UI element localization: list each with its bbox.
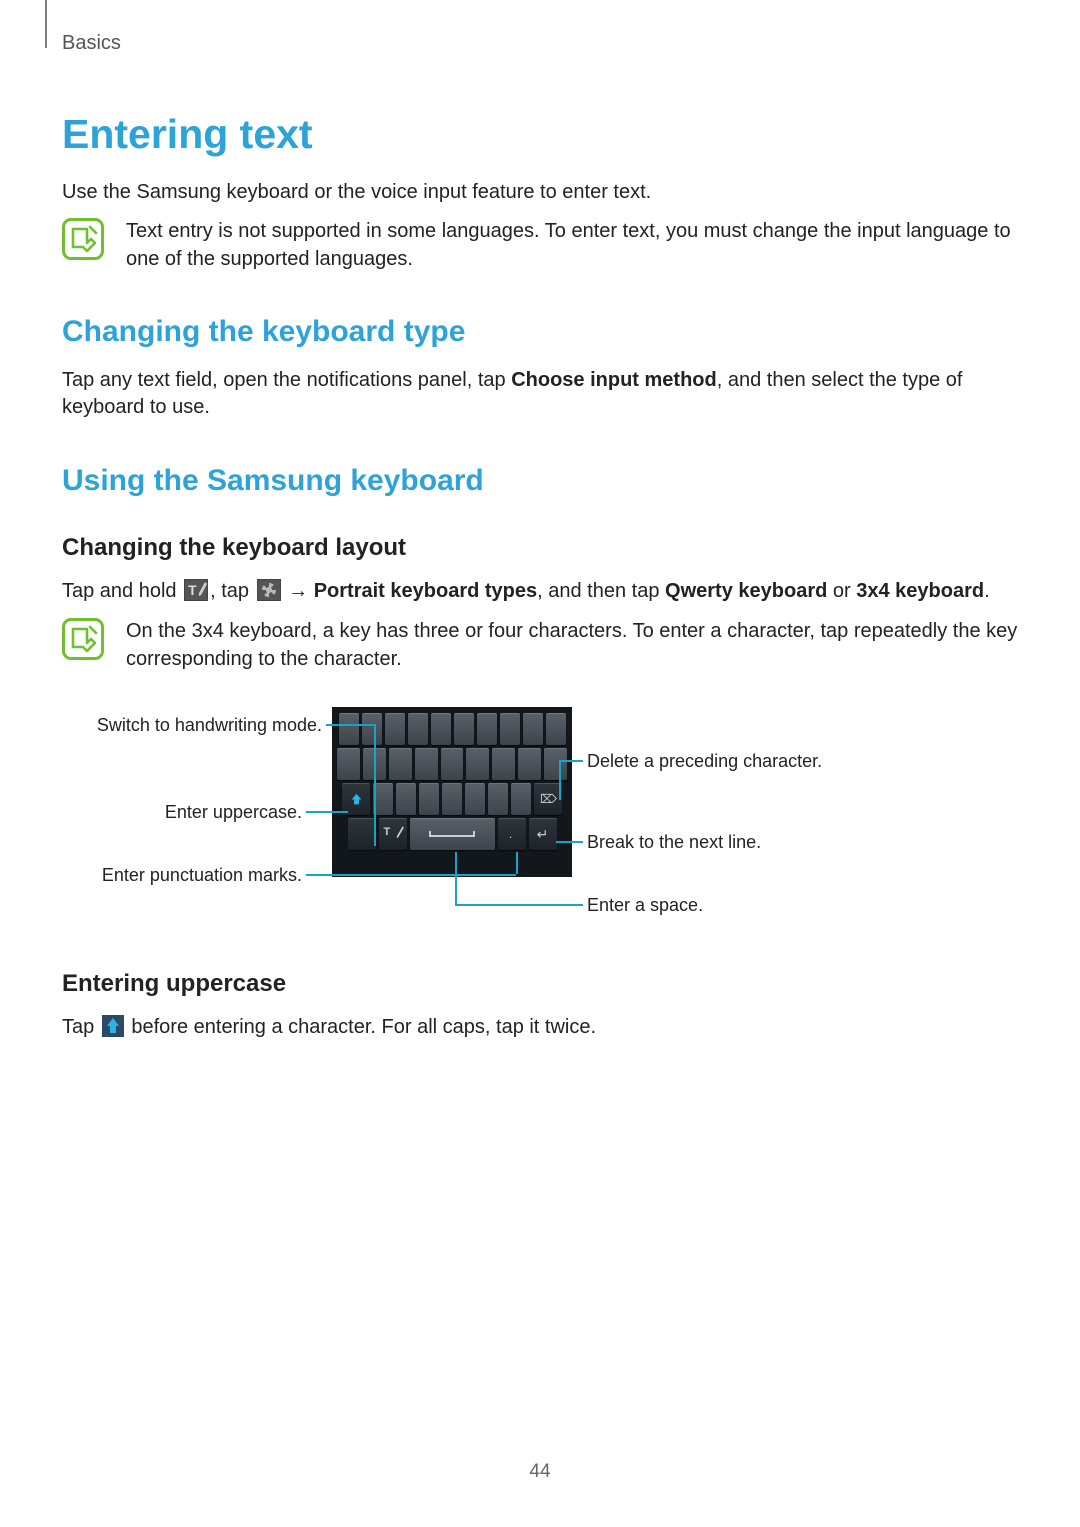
heading-entering-uppercase: Entering uppercase [62, 967, 1020, 1000]
callout-line [455, 852, 457, 904]
text: Tap any text field, open the notificatio… [62, 369, 511, 391]
callout-punctuation: Enter punctuation marks. [62, 863, 302, 888]
text: Tap [62, 1016, 100, 1038]
text: or [827, 580, 856, 602]
key [454, 713, 474, 745]
para-change-type: Tap any text field, open the notificatio… [62, 367, 1020, 422]
para-change-layout: Tap and hold , tap → Portrait keyboard t… [62, 578, 1020, 606]
key [415, 748, 438, 780]
note-icon [62, 618, 104, 660]
note-block: Text entry is not supported in some lang… [62, 218, 1020, 273]
bold-choose-input: Choose input method [511, 369, 717, 391]
callout-line [306, 811, 348, 813]
key [492, 748, 515, 780]
kb-row-2 [337, 748, 567, 780]
para-uppercase: Tap before entering a character. For all… [62, 1014, 1020, 1042]
key [362, 713, 382, 745]
key [544, 748, 567, 780]
key [373, 783, 393, 815]
key [385, 713, 405, 745]
punctuation-key: . [498, 818, 526, 850]
key [465, 783, 485, 815]
key [408, 713, 428, 745]
callout-line [559, 760, 583, 762]
note-text: On the 3x4 keyboard, a key has three or … [126, 618, 1020, 673]
header-section: Basics [62, 30, 121, 58]
key [466, 748, 489, 780]
intro-paragraph: Use the Samsung keyboard or the voice in… [62, 179, 1020, 207]
kb-row-1 [337, 713, 567, 745]
tpen-key [379, 818, 407, 850]
page-content: Entering text Use the Samsung keyboard o… [62, 106, 1020, 1052]
bold-portrait-types: Portrait keyboard types [314, 580, 537, 602]
bold-qwerty: Qwerty keyboard [665, 580, 827, 602]
note-block: On the 3x4 keyboard, a key has three or … [62, 618, 1020, 673]
callout-line [455, 904, 583, 906]
callout-line [374, 724, 376, 846]
tpen-icon [184, 579, 208, 601]
callout-line [556, 841, 583, 843]
key [337, 748, 360, 780]
key [442, 783, 462, 815]
key [488, 783, 508, 815]
arrow-icon: → [283, 580, 314, 602]
page-title: Entering text [62, 106, 1020, 163]
key [511, 783, 531, 815]
enter-key: ↵ [529, 818, 557, 850]
delete-key: ⌫ [534, 783, 562, 815]
callout-line [516, 852, 518, 874]
bold-3x4: 3x4 keyboard [856, 580, 984, 602]
key [523, 713, 543, 745]
sym-key [348, 818, 376, 850]
note-icon [62, 218, 104, 260]
heading-using-samsung-keyboard: Using the Samsung keyboard [62, 460, 1020, 501]
kb-row-4: . ↵ [337, 818, 567, 850]
text: , and then tap [537, 580, 665, 602]
callout-line [326, 724, 374, 726]
callout-line [306, 874, 516, 876]
key [419, 783, 439, 815]
text: . [984, 580, 990, 602]
kb-row-3: ⌫ [337, 783, 567, 815]
callout-uppercase: Enter uppercase. [92, 800, 302, 825]
key [546, 713, 566, 745]
key [477, 713, 497, 745]
key [500, 713, 520, 745]
key [431, 713, 451, 745]
note-text: Text entry is not supported in some lang… [126, 218, 1020, 273]
text: before entering a character. For all cap… [126, 1016, 596, 1038]
key [396, 783, 416, 815]
callout-line [559, 760, 561, 800]
text: Tap and hold [62, 580, 182, 602]
gear-icon [257, 579, 281, 601]
margin-line [45, 0, 47, 48]
key [389, 748, 412, 780]
keyboard: ⌫ . ↵ [332, 707, 572, 877]
space-key [410, 818, 495, 850]
callout-handwriting: Switch to handwriting mode. [42, 713, 322, 738]
text: , tap [210, 580, 254, 602]
callout-space: Enter a space. [587, 893, 703, 918]
key [441, 748, 464, 780]
key [518, 748, 541, 780]
page-number: 44 [0, 1459, 1080, 1485]
key [339, 713, 359, 745]
callout-delete: Delete a preceding character. [587, 749, 822, 774]
callout-nextline: Break to the next line. [587, 830, 761, 855]
heading-change-layout: Changing the keyboard layout [62, 531, 1020, 564]
heading-change-keyboard-type: Changing the keyboard type [62, 311, 1020, 352]
shift-icon [102, 1015, 124, 1037]
keyboard-figure: ⌫ . ↵ Switch to handwriting mode. Enter … [62, 707, 1020, 937]
